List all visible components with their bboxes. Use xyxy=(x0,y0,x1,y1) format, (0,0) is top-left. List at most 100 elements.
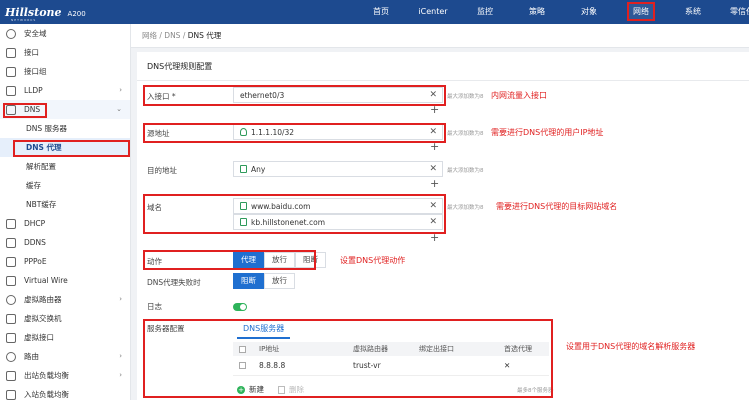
route-icon xyxy=(6,351,16,362)
interface-group-icon xyxy=(6,66,16,77)
tab-dns-server[interactable]: DNS服务器 xyxy=(237,323,291,339)
action-allow-button[interactable]: 放行 xyxy=(264,252,295,268)
dest-label: 目的地址 xyxy=(147,166,177,175)
sidebar-item-zone[interactable]: 安全域 xyxy=(0,24,130,43)
chevron-down-icon: ⌄ xyxy=(116,105,122,113)
inbound-lb-icon xyxy=(6,389,16,400)
source-field[interactable]: 1.1.1.10/32 ✕ xyxy=(233,124,443,140)
sidebar-item-ddns[interactable]: DDNS xyxy=(0,233,130,252)
delete-server-button[interactable]: 删除 xyxy=(278,384,304,395)
sidebar-item-virtual-wire[interactable]: Virtual Wire xyxy=(0,271,130,290)
top-bar: Hillstone NETWORKS A200 首页 iCenter 监控 策略 … xyxy=(0,0,749,24)
brand: Hillstone NETWORKS A200 xyxy=(0,5,130,22)
nav-object[interactable]: 对象 xyxy=(563,0,615,24)
trash-icon xyxy=(278,385,285,394)
fail-segmented: 阻断 放行 xyxy=(233,273,295,289)
action-proxy-button[interactable]: 代理 xyxy=(233,252,264,268)
sidebar-item-dhcp[interactable]: DHCP xyxy=(0,214,130,233)
sidebar-item-virtual-router[interactable]: 虚拟路由器 › xyxy=(0,290,130,309)
dest-field[interactable]: Any ✕ xyxy=(233,161,443,177)
add-domain-icon[interactable]: + xyxy=(430,231,439,244)
clear-icon[interactable]: ✕ xyxy=(429,90,437,100)
sidebar-item-resolve-config[interactable]: 解析配置 xyxy=(0,157,130,176)
fail-allow-button[interactable]: 放行 xyxy=(264,273,295,289)
sidebar-item-virtual-switch[interactable]: 虚拟交换机 xyxy=(0,309,130,328)
device-model: A200 xyxy=(67,9,86,18)
action-block-button[interactable]: 阻断 xyxy=(295,252,326,268)
sidebar-item-nbt-cache[interactable]: NBT缓存 xyxy=(0,195,130,214)
sidebar-item-interface-group[interactable]: 接口组 xyxy=(0,62,130,81)
clear-icon[interactable]: ✕ xyxy=(429,127,437,137)
nav-icenter[interactable]: iCenter xyxy=(407,0,459,24)
nav-policy[interactable]: 策略 xyxy=(511,0,563,24)
nav-system[interactable]: 系统 xyxy=(667,0,719,24)
outbound-lb-icon xyxy=(6,370,16,381)
sidebar-item-dns[interactable]: DNS ⌄ xyxy=(0,100,130,119)
chevron-right-icon: › xyxy=(119,295,122,303)
dest-hint: 最大添加数为8 xyxy=(447,168,484,174)
max-server-hint: 最多8个服务器 xyxy=(517,388,554,394)
plus-circle-icon: + xyxy=(237,385,245,394)
domain-icon xyxy=(240,202,247,210)
fail-block-button[interactable]: 阻断 xyxy=(233,273,264,289)
virtual-interface-icon xyxy=(6,332,16,343)
user-icon xyxy=(240,128,247,136)
dhcp-icon xyxy=(6,218,16,229)
clear-icon[interactable]: ✕ xyxy=(429,201,437,211)
action-label: 动作 xyxy=(147,257,162,266)
log-toggle[interactable] xyxy=(233,303,247,311)
virtual-router-icon xyxy=(6,294,16,305)
interface-icon xyxy=(6,47,16,58)
add-dest-icon[interactable]: + xyxy=(430,177,439,190)
breadcrumb-current: DNS 代理 xyxy=(187,31,222,40)
pppoe-icon xyxy=(6,256,16,267)
add-ingress-icon[interactable]: + xyxy=(430,103,439,116)
sidebar: 安全域 接口 接口组 LLDP › DNS ⌄ DNS 服务器 DNS 代理 解析配… xyxy=(0,24,131,400)
sidebar-item-interface[interactable]: 接口 xyxy=(0,43,130,62)
domain-label: 域名 xyxy=(147,203,162,212)
sidebar-item-lldp[interactable]: LLDP › xyxy=(0,81,130,100)
chevron-right-icon: › xyxy=(119,371,122,379)
sidebar-item-cache[interactable]: 缓存 xyxy=(0,176,130,195)
sidebar-item-dns-proxy[interactable]: DNS 代理 xyxy=(0,138,130,157)
nav-network[interactable]: 网络 xyxy=(615,0,667,24)
table-row[interactable]: 8.8.8.8 trust-vr ✕ xyxy=(233,356,549,376)
domain-field-1[interactable]: www.baidu.com ✕ xyxy=(233,198,443,214)
virtual-wire-icon xyxy=(6,275,16,286)
select-all-checkbox[interactable] xyxy=(239,345,246,353)
sidebar-item-inbound-lb[interactable]: 入站负载均衡 xyxy=(0,385,130,400)
logo: Hillstone NETWORKS xyxy=(5,5,62,22)
breadcrumb: 网络 / DNS / DNS 代理 xyxy=(131,24,749,48)
section-title: DNS代理规则配置 xyxy=(147,62,213,71)
clear-icon[interactable]: ✕ xyxy=(429,164,437,174)
sidebar-item-outbound-lb[interactable]: 出站负载均衡 › xyxy=(0,366,130,385)
sidebar-item-pppoe[interactable]: PPPoE xyxy=(0,252,130,271)
clear-icon[interactable]: ✕ xyxy=(429,217,437,227)
nav-home[interactable]: 首页 xyxy=(355,0,407,24)
server-note: 设置用于DNS代理的域名解析服务器 xyxy=(566,342,696,351)
table-actions: + 新建 删除 xyxy=(237,384,318,395)
domain-note: 需要进行DNS代理的目标网站域名 xyxy=(496,202,618,211)
ingress-note: 内网流量入接口 xyxy=(491,91,547,100)
chevron-right-icon: › xyxy=(119,86,122,94)
domain-icon xyxy=(240,218,247,226)
add-source-icon[interactable]: + xyxy=(430,140,439,153)
nav-zero-trust[interactable]: 零信任访问 xyxy=(719,0,749,24)
log-label: 日志 xyxy=(147,302,162,311)
source-hint: 最大添加数为8 xyxy=(447,131,484,137)
row-checkbox[interactable] xyxy=(239,362,246,369)
address-icon xyxy=(240,165,247,173)
sidebar-item-dns-server[interactable]: DNS 服务器 xyxy=(0,119,130,138)
ingress-field[interactable]: ethernet0/3 ✕ xyxy=(233,87,443,103)
nav-monitor[interactable]: 监控 xyxy=(459,0,511,24)
lldp-icon xyxy=(6,85,16,96)
domain-field-2[interactable]: kb.hillstonenet.com ✕ xyxy=(233,214,443,230)
ingress-label: 入接口 * xyxy=(147,92,176,101)
sidebar-item-route[interactable]: 路由 › xyxy=(0,347,130,366)
ddns-icon xyxy=(6,237,16,248)
domain-hint: 最大添加数为8 xyxy=(447,205,484,211)
add-server-button[interactable]: + 新建 xyxy=(237,384,264,395)
virtual-switch-icon xyxy=(6,313,16,324)
sidebar-item-virtual-interface[interactable]: 虚拟接口 xyxy=(0,328,130,347)
preferred-icon: ✕ xyxy=(504,361,511,370)
